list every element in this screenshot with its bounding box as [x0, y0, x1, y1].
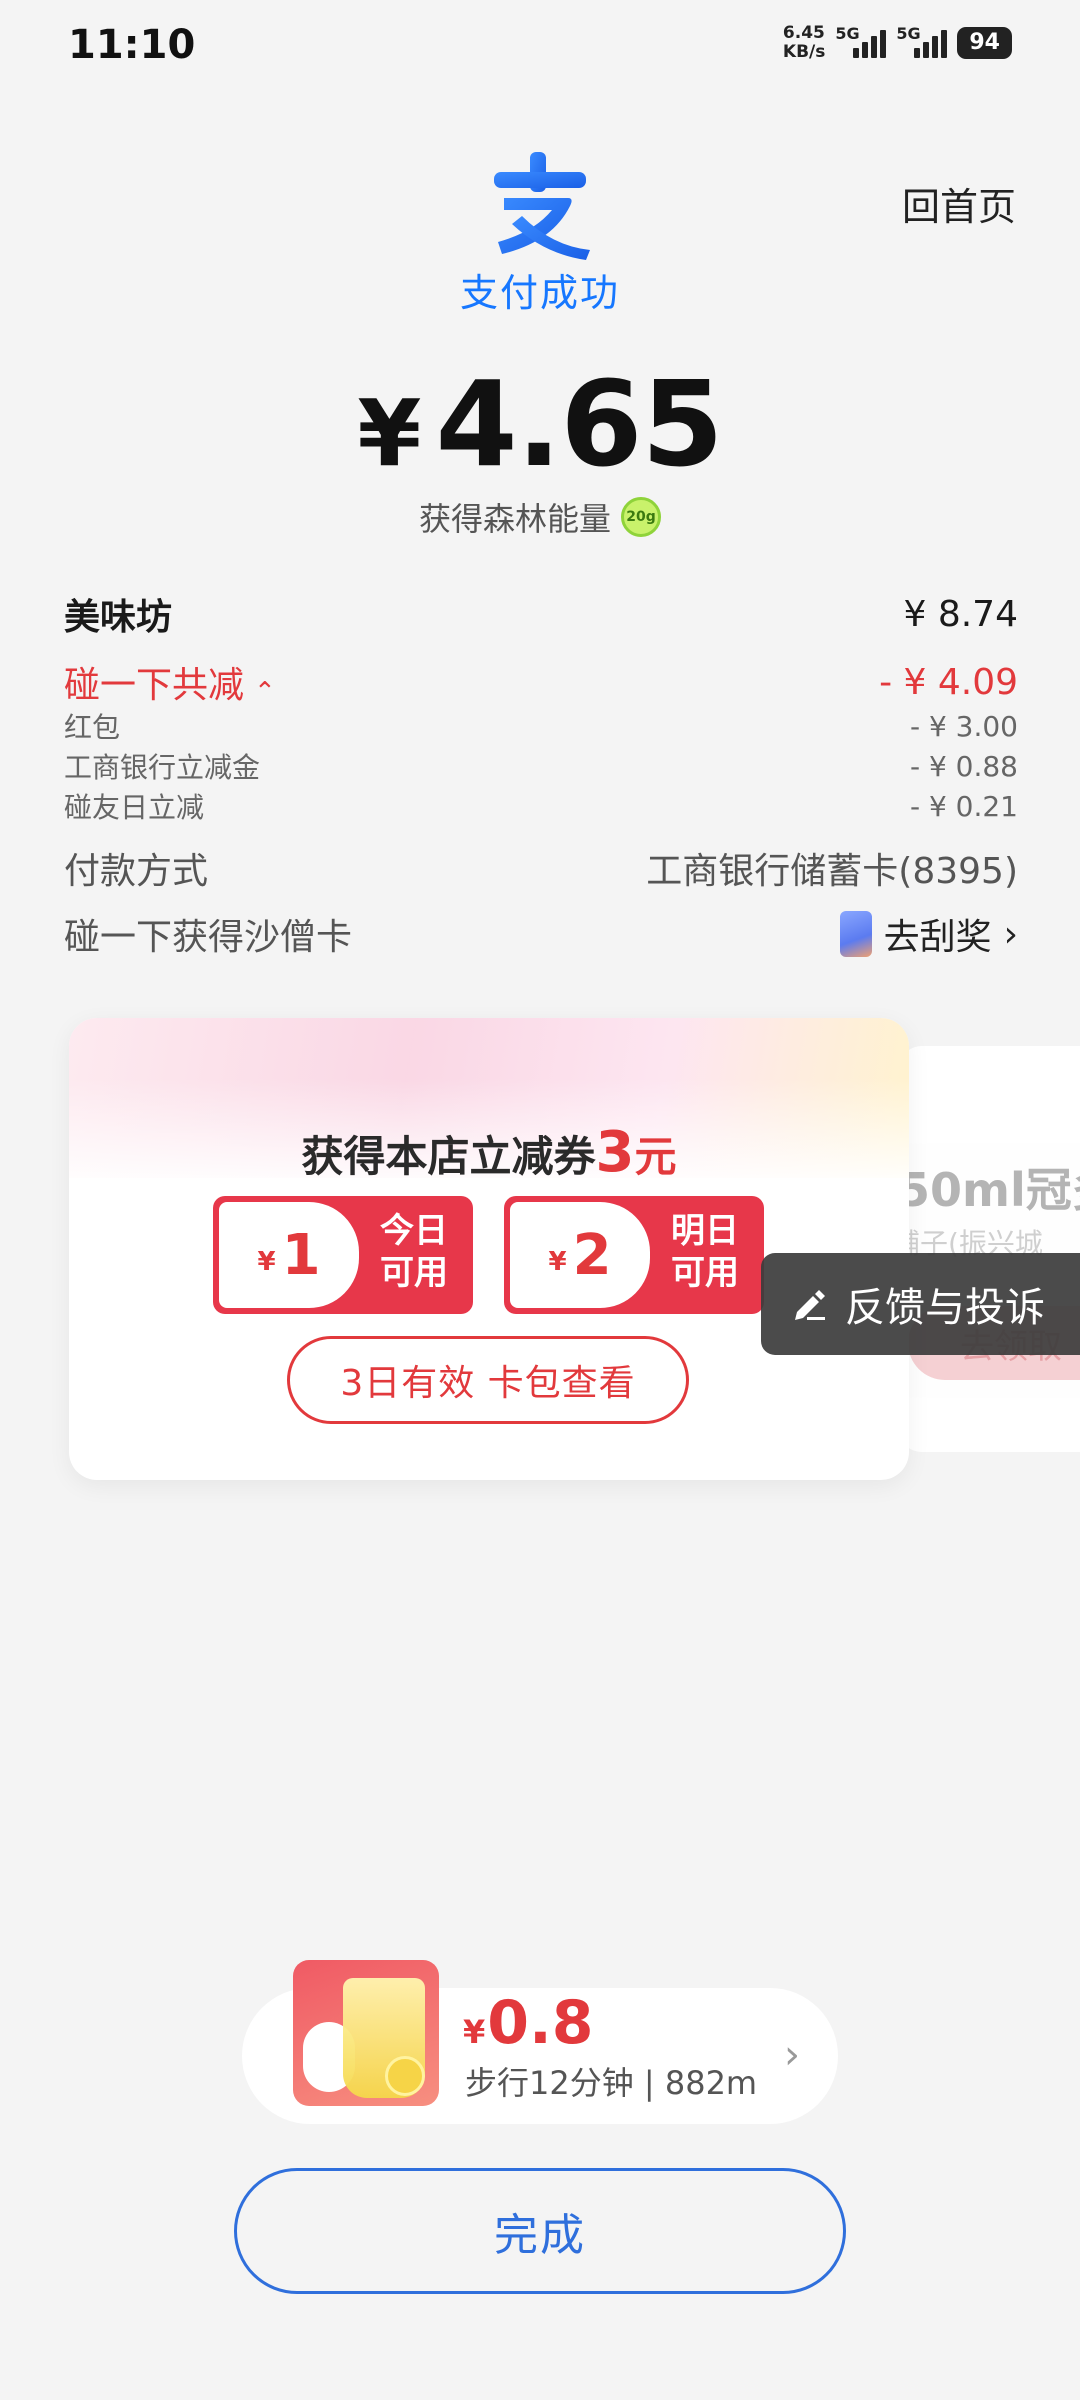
net-speed-unit: KB/s: [782, 42, 826, 62]
feedback-complaint-button[interactable]: 反馈与投诉: [761, 1253, 1080, 1355]
scratch-prize-text: 去刮奖: [883, 917, 992, 958]
feedback-label: 反馈与投诉: [845, 1285, 1045, 1331]
ticket-value: 1: [281, 1222, 321, 1288]
discount-detail-row: 碰友日立减 - ¥ 0.21: [64, 786, 1018, 826]
signal-label: 5G: [835, 24, 860, 43]
next-promo-card[interactable]: 50ml冠多 铺子(振兴城 去领取: [898, 1046, 1080, 1452]
energy-badge-icon: 20g: [621, 497, 661, 537]
card-thumbnail-icon: [839, 911, 872, 957]
discount-detail-label: 碰友日立减: [64, 791, 205, 824]
battery-indicator: 94: [957, 27, 1012, 59]
card-reward-row[interactable]: 碰一下获得沙僧卡 去刮奖 ›: [64, 908, 1018, 960]
coupon-title-prefix: 获得本店立减券: [301, 1132, 596, 1181]
ticket-currency: ¥: [548, 1247, 567, 1277]
discount-detail-row: 工商银行立减金 - ¥ 0.88: [64, 746, 1018, 786]
forest-energy-row[interactable]: 获得森林能量 20g: [0, 494, 1080, 540]
signal-label-2: 5G: [896, 24, 921, 43]
store-coupon-card: 获得本店立减券3元 ¥ 1 今日 可用 ¥ 2 明日 可用 3日有效 卡包查看: [69, 1018, 909, 1480]
coupon-ticket-today[interactable]: ¥ 1 今日 可用: [213, 1196, 473, 1314]
merchant-amount: ¥ 8.74: [903, 593, 1018, 635]
payment-method-row: 付款方式 工商银行储蓄卡(8395): [64, 842, 1018, 894]
discount-label: 碰一下共减: [64, 665, 245, 706]
discount-amount: - ¥ 4.09: [879, 661, 1018, 703]
discount-detail-row: 红包 - ¥ 3.00: [64, 706, 1018, 746]
discount-row[interactable]: 碰一下共减 ⌄ - ¥ 4.09: [64, 656, 1018, 708]
signal-icon: 5G: [835, 24, 887, 58]
status-icons: 6.45 KB/s 5G 5G 94: [783, 24, 1012, 62]
forest-energy-text: 获得森林能量: [418, 500, 611, 538]
alipay-logo-icon: [494, 152, 590, 260]
discount-detail-label: 工商银行立减金: [64, 751, 261, 784]
amount-currency: ¥: [357, 380, 422, 487]
discount-detail-label: 红包: [64, 711, 121, 744]
discount-detail-amount: - ¥ 0.21: [909, 789, 1018, 823]
ticket-when: 今日: [380, 1211, 448, 1251]
edit-pencil-icon: [795, 1290, 825, 1320]
deal-distance: 步行12分钟 | 882m: [465, 2064, 758, 2102]
ticket-usable: 可用: [671, 1253, 739, 1293]
ticket-currency: ¥: [257, 1247, 276, 1277]
chevron-right-icon: ›: [1003, 913, 1018, 955]
signal-icon-2: 5G: [896, 24, 948, 58]
deal-price-value: 0.8: [487, 1988, 594, 2058]
merchant-name: 美味坊: [64, 597, 173, 638]
done-button[interactable]: 完成: [234, 2168, 846, 2294]
next-promo-title: 50ml冠多: [898, 1163, 1080, 1217]
discount-detail-amount: - ¥ 0.88: [909, 749, 1018, 783]
drink-product-image: [293, 1960, 439, 2106]
amount-value: 4.65: [435, 355, 723, 493]
ticket-value: 2: [572, 1222, 612, 1288]
coupon-title-amount: 3: [595, 1120, 635, 1185]
chevron-up-icon[interactable]: ⌄: [254, 674, 276, 704]
discount-label-wrap[interactable]: 碰一下共减 ⌄: [64, 656, 276, 708]
payment-method-label: 付款方式: [64, 851, 209, 892]
deal-currency: ¥: [463, 2013, 486, 2051]
net-speed: 6.45 KB/s: [783, 24, 825, 62]
merchant-row: 美味坊 ¥ 8.74: [64, 588, 1018, 640]
ticket-usable: 可用: [380, 1253, 448, 1293]
scratch-prize-link[interactable]: 去刮奖 ›: [839, 908, 1018, 960]
chevron-right-icon[interactable]: ›: [784, 2032, 800, 2078]
card-reward-label: 碰一下获得沙僧卡: [64, 917, 353, 958]
status-time: 11:10: [68, 22, 196, 68]
ticket-when: 明日: [671, 1211, 739, 1251]
net-speed-value: 6.45: [782, 23, 825, 43]
coupon-title: 获得本店立减券3元: [69, 1120, 909, 1185]
paid-amount: ¥ 4.65: [0, 355, 1080, 493]
deal-price: ¥ 0.8: [463, 1988, 594, 2058]
payment-success-text: 支付成功: [459, 271, 620, 315]
discount-detail-amount: - ¥ 3.00: [909, 709, 1018, 743]
coupon-title-unit: 元: [634, 1132, 677, 1181]
view-in-card-wallet-button[interactable]: 3日有效 卡包查看: [287, 1336, 689, 1424]
back-home-link[interactable]: 回首页: [902, 176, 1016, 231]
payment-method-value: 工商银行储蓄卡(8395): [646, 851, 1018, 892]
coupon-ticket-tomorrow[interactable]: ¥ 2 明日 可用: [504, 1196, 764, 1314]
